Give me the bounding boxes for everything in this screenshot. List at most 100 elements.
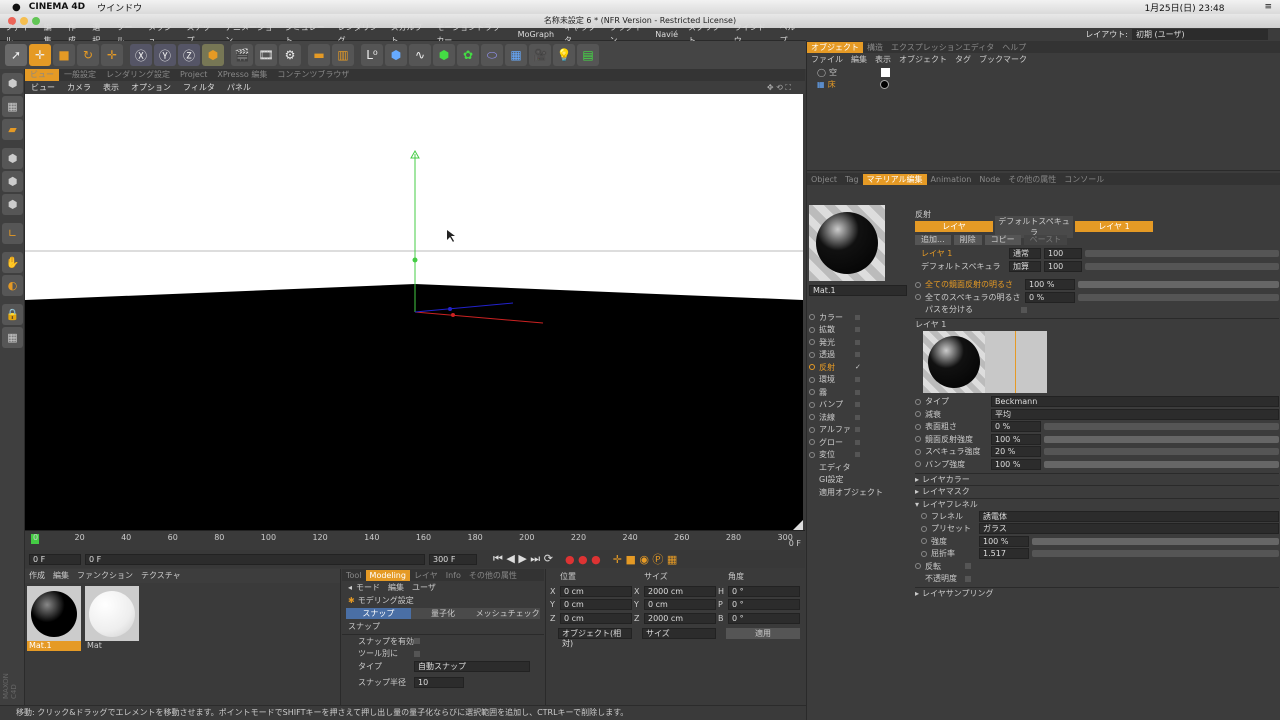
copy-layer-button[interactable]: コピー <box>984 234 1021 245</box>
material-tag-icon[interactable] <box>879 80 889 90</box>
specular-strength-field[interactable]: 20 % <box>991 446 1041 458</box>
global-reflection-field[interactable]: 100 % <box>1025 279 1075 291</box>
render-view-icon[interactable]: 🎬 <box>231 44 253 66</box>
channel-fog[interactable]: 霧 <box>819 387 855 398</box>
view-nav-icon[interactable]: ✥ ⟲ ⛶ <box>761 81 797 94</box>
layout-select[interactable]: 初期 (ユーザ) <box>1132 29 1268 40</box>
invert-checkbox[interactable] <box>965 563 971 570</box>
subtab-snap[interactable]: スナップ <box>346 607 411 619</box>
size-y-field[interactable]: 0 cm <box>644 599 716 611</box>
tab-structure[interactable]: 構造 <box>863 42 887 53</box>
tab-expression[interactable]: エクスプレッションエディタ <box>887 42 998 53</box>
tab-objects[interactable]: オブジェクト <box>807 41 863 53</box>
edges-mode-icon[interactable]: ⬢ <box>2 171 23 192</box>
app-name[interactable]: CINEMA 4D <box>29 2 85 12</box>
tab-info[interactable]: Info <box>442 570 465 581</box>
layer-opacity-field[interactable]: 100 <box>1044 248 1082 260</box>
pos-z-field[interactable]: 0 cm <box>560 612 632 624</box>
fresnel-select[interactable]: 誘電体 <box>979 510 1279 522</box>
material-preview[interactable] <box>809 205 885 281</box>
blend-mode-select[interactable]: 加算 <box>1009 260 1041 272</box>
channel-checkbox[interactable] <box>855 377 860 383</box>
channel-environment[interactable]: 環境 <box>819 374 855 385</box>
spline-icon[interactable]: ∿ <box>409 44 431 66</box>
cube-icon[interactable]: ⬢ <box>385 44 407 66</box>
channel-assignment[interactable]: 適用オブジェクト <box>819 487 883 498</box>
fresnel-strength-field[interactable]: 100 % <box>979 535 1029 547</box>
z-axis-icon[interactable]: Ⓩ <box>178 44 200 66</box>
y-axis-icon[interactable]: Ⓨ <box>154 44 176 66</box>
ior-field[interactable]: 1.517 <box>979 548 1029 560</box>
tab-modeling[interactable]: Modeling <box>365 569 410 581</box>
add-layer-button[interactable]: 追加... <box>915 234 951 245</box>
range-slider[interactable]: 0 F <box>85 553 425 565</box>
scale-icon[interactable]: ■ <box>53 44 75 66</box>
channel-alpha[interactable]: アルファ <box>819 424 855 435</box>
key-icons[interactable]: ✛ ■ ◉ Ⓟ ▦ <box>613 551 678 567</box>
x-handle-dot[interactable] <box>451 313 455 317</box>
channel-luminance[interactable]: 発光 <box>819 337 855 348</box>
y-handle-dot[interactable] <box>412 257 418 263</box>
view-menu-item[interactable]: フィルタ <box>177 81 221 94</box>
opaque-checkbox[interactable] <box>965 575 971 582</box>
channel-checkbox[interactable] <box>855 327 860 333</box>
lock-icon[interactable]: 🔒 <box>2 304 23 325</box>
view-menu-item[interactable]: オプション <box>125 81 177 94</box>
size-x-field[interactable]: 2000 cm <box>644 585 716 597</box>
group-layer-fresnel[interactable]: ▾ レイヤフレネル <box>915 497 1279 511</box>
texture-mode-icon[interactable]: ▥ <box>332 44 354 66</box>
tab-xpresso[interactable]: XPresso 編集 <box>212 69 272 81</box>
channel-bump[interactable]: バンプ <box>819 399 855 410</box>
layer-row[interactable]: レイヤ 1 通常 100 <box>915 248 1279 261</box>
x-axis-icon[interactable]: Ⓧ <box>130 44 152 66</box>
light-icon[interactable]: 💡 <box>553 44 575 66</box>
roughness-field[interactable]: 0 % <box>991 421 1041 433</box>
channel-checkbox[interactable] <box>855 452 860 458</box>
render-picture-icon[interactable]: 🎞 <box>255 44 277 66</box>
viewport[interactable] <box>25 94 803 530</box>
mat-menu-item[interactable]: テクスチャ <box>137 570 185 582</box>
tab-console[interactable]: コンソール <box>1060 174 1108 185</box>
rot-p-field[interactable]: 0 ° <box>728 599 800 611</box>
pos-x-field[interactable]: 0 cm <box>560 585 632 597</box>
end-frame-field[interactable]: 300 F <box>429 553 477 565</box>
material-swatch[interactable]: Mat.1 <box>27 586 81 651</box>
floor-icon[interactable]: ▦ <box>505 44 527 66</box>
mat-menu-item[interactable]: 編集 <box>49 570 73 582</box>
rotate-icon[interactable]: ↻ <box>77 44 99 66</box>
pos-y-field[interactable]: 0 cm <box>560 599 632 611</box>
preset-select[interactable]: ガラス <box>979 523 1279 535</box>
object-row[interactable]: ◯ 空 <box>807 66 1280 79</box>
record-icons[interactable]: ● ● ● <box>565 553 601 566</box>
obj-menu-item[interactable]: 編集 <box>847 54 871 66</box>
tab-view[interactable]: ビュー <box>25 69 59 81</box>
start-frame-field[interactable]: 0 F <box>29 553 81 565</box>
playback-controls[interactable]: ⏮ ◀ ▶ ⏭ ⟳ <box>493 552 553 566</box>
apple-icon[interactable]: ● <box>12 2 21 13</box>
size-z-field[interactable]: 2000 cm <box>644 612 716 624</box>
channel-transparency[interactable]: 透過 <box>819 349 855 360</box>
channel-checkbox[interactable] <box>855 439 860 445</box>
tab-content-browser[interactable]: コンテンツブラウザ <box>272 69 354 81</box>
size-mode-select[interactable]: サイズ <box>642 628 716 640</box>
null-icon[interactable]: L⁰ <box>361 44 383 66</box>
channel-normal[interactable]: 法線 <box>819 412 855 423</box>
object-row[interactable]: ▦ 床 <box>807 79 1280 92</box>
view-menu-item[interactable]: パネル <box>221 81 257 94</box>
channel-checkbox[interactable] <box>855 314 860 320</box>
per-tool-checkbox[interactable] <box>414 650 420 657</box>
channel-gi[interactable]: GI設定 <box>819 474 844 485</box>
obj-menu-item[interactable]: ファイル <box>807 54 847 66</box>
move-icon[interactable]: ✛ <box>29 44 51 66</box>
select-arrow-icon[interactable]: ➚ <box>5 44 27 66</box>
channel-checkbox[interactable] <box>855 339 860 345</box>
list-icon[interactable]: ≡ <box>1264 2 1272 12</box>
blend-mode-select[interactable]: 通常 <box>1009 248 1041 260</box>
tab-other-attrs[interactable]: その他の属性 <box>1004 174 1060 185</box>
type-select[interactable]: Beckmann <box>991 396 1279 408</box>
attr-menu-item[interactable]: ユーザ <box>408 582 440 594</box>
channel-checkbox[interactable] <box>855 352 860 358</box>
material-name-field[interactable]: Mat.1 <box>809 285 907 296</box>
channel-checkbox[interactable] <box>855 389 860 395</box>
scene-icon[interactable]: ▤ <box>577 44 599 66</box>
